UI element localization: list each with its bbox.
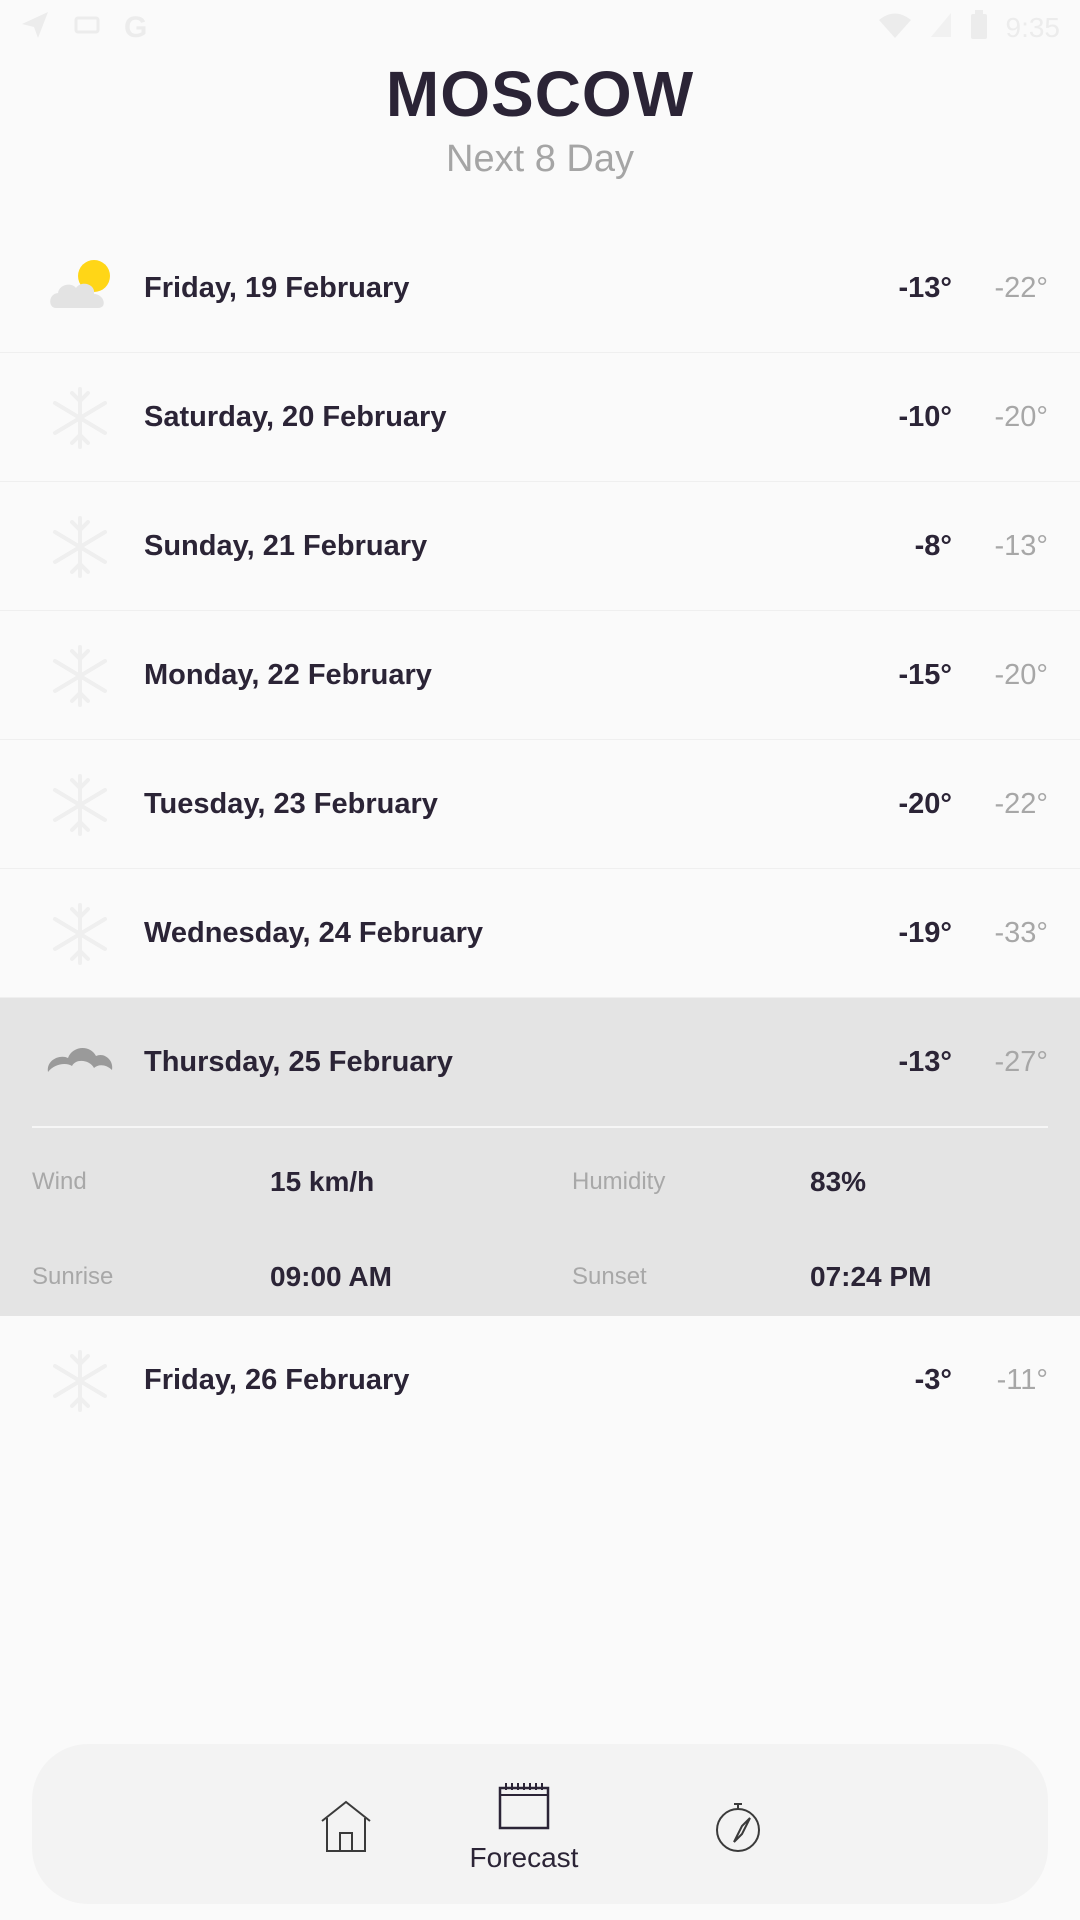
humidity-label: Humidity: [572, 1168, 666, 1195]
sunset-label: Sunset: [572, 1263, 647, 1290]
snow-icon: [46, 1350, 114, 1412]
partly-cloudy-icon: [46, 258, 114, 320]
day-label: Saturday, 20 February: [144, 401, 447, 433]
snow-icon: [46, 387, 114, 449]
g-app-icon: G: [124, 10, 148, 44]
day-label: Friday, 26 February: [144, 1364, 410, 1396]
page-subtitle: Next 8 Day: [446, 138, 634, 180]
wifi-icon: [878, 11, 912, 44]
day-row[interactable]: Friday, 19 February -13° -22°: [0, 224, 1080, 353]
home-icon: [321, 1800, 371, 1852]
temp-low: -22°: [994, 788, 1048, 820]
temp-high: -13°: [898, 1046, 952, 1078]
temp-high: -8°: [914, 530, 952, 562]
day-details-panel: Wind 15 km/h Humidity 83% Sunrise 09:00 …: [0, 1126, 1080, 1316]
nav-home-button[interactable]: [314, 1744, 378, 1904]
day-row[interactable]: Saturday, 20 February -10° -20°: [0, 353, 1080, 482]
navigation-arrow-icon: [20, 10, 50, 45]
status-time: 9:35: [1005, 11, 1061, 43]
compass-icon: [716, 1803, 760, 1852]
snow-icon: [46, 774, 114, 836]
day-row[interactable]: Sunday, 21 February -8° -13°: [0, 482, 1080, 611]
wind-value: 15 km/h: [270, 1166, 375, 1197]
sunrise-value: 09:00 AM: [270, 1261, 392, 1292]
temp-low: -20°: [994, 401, 1048, 433]
temp-high: -10°: [898, 401, 952, 433]
temp-low: -11°: [996, 1364, 1048, 1396]
sunrise-label: Sunrise: [32, 1263, 114, 1290]
temp-low: -33°: [994, 917, 1048, 949]
temp-low: -20°: [994, 659, 1048, 691]
day-row[interactable]: Wednesday, 24 February -19° -33°: [0, 869, 1080, 998]
day-label: Sunday, 21 February: [144, 530, 428, 562]
bottom-nav: Forecast: [32, 1744, 1048, 1904]
day-row[interactable]: Tuesday, 23 February -20° -22°: [0, 740, 1080, 869]
cloud-icon: [46, 1032, 114, 1094]
temp-high: -13°: [898, 272, 952, 304]
temp-high: -15°: [898, 659, 952, 691]
day-label: Monday, 22 February: [144, 659, 432, 691]
status-bar: G 9:35: [0, 0, 1080, 50]
snow-icon: [46, 903, 114, 965]
day-row[interactable]: Monday, 22 February -15° -20°: [0, 611, 1080, 740]
sunset-value: 07:24 PM: [810, 1261, 932, 1292]
calendar-icon: [498, 1783, 550, 1830]
wind-label: Wind: [32, 1168, 87, 1195]
temp-high: -20°: [898, 788, 952, 820]
header: MOSCOW Next 8 Day: [0, 58, 1080, 182]
signal-icon: [930, 11, 952, 44]
temp-low: -22°: [994, 272, 1048, 304]
day-label: Friday, 19 February: [144, 272, 410, 304]
temp-low: -13°: [994, 530, 1048, 562]
city-title: MOSCOW: [385, 58, 695, 130]
day-row-expanded[interactable]: Thursday, 25 February -13° -27°: [0, 998, 1080, 1126]
nav-forecast-label: Forecast: [469, 1842, 579, 1873]
nav-explore-button[interactable]: [708, 1744, 768, 1904]
battery-icon: [970, 10, 988, 45]
sync-icon: [72, 10, 102, 45]
day-label: Wednesday, 24 February: [144, 917, 484, 949]
temp-low: -27°: [994, 1046, 1048, 1078]
day-label: Thursday, 25 February: [144, 1046, 453, 1078]
nav-forecast-button[interactable]: Forecast: [454, 1744, 594, 1904]
temp-high: -19°: [898, 917, 952, 949]
temp-high: -3°: [914, 1364, 952, 1396]
snow-icon: [46, 645, 114, 707]
details-divider: [32, 1126, 1048, 1128]
snow-icon: [46, 516, 114, 578]
humidity-value: 83%: [810, 1166, 867, 1197]
forecast-list: Friday, 19 February -13° -22° Saturday, …: [0, 224, 1080, 1444]
day-label: Tuesday, 23 February: [144, 788, 438, 820]
day-row[interactable]: Friday, 26 February -3° -11°: [0, 1316, 1080, 1444]
